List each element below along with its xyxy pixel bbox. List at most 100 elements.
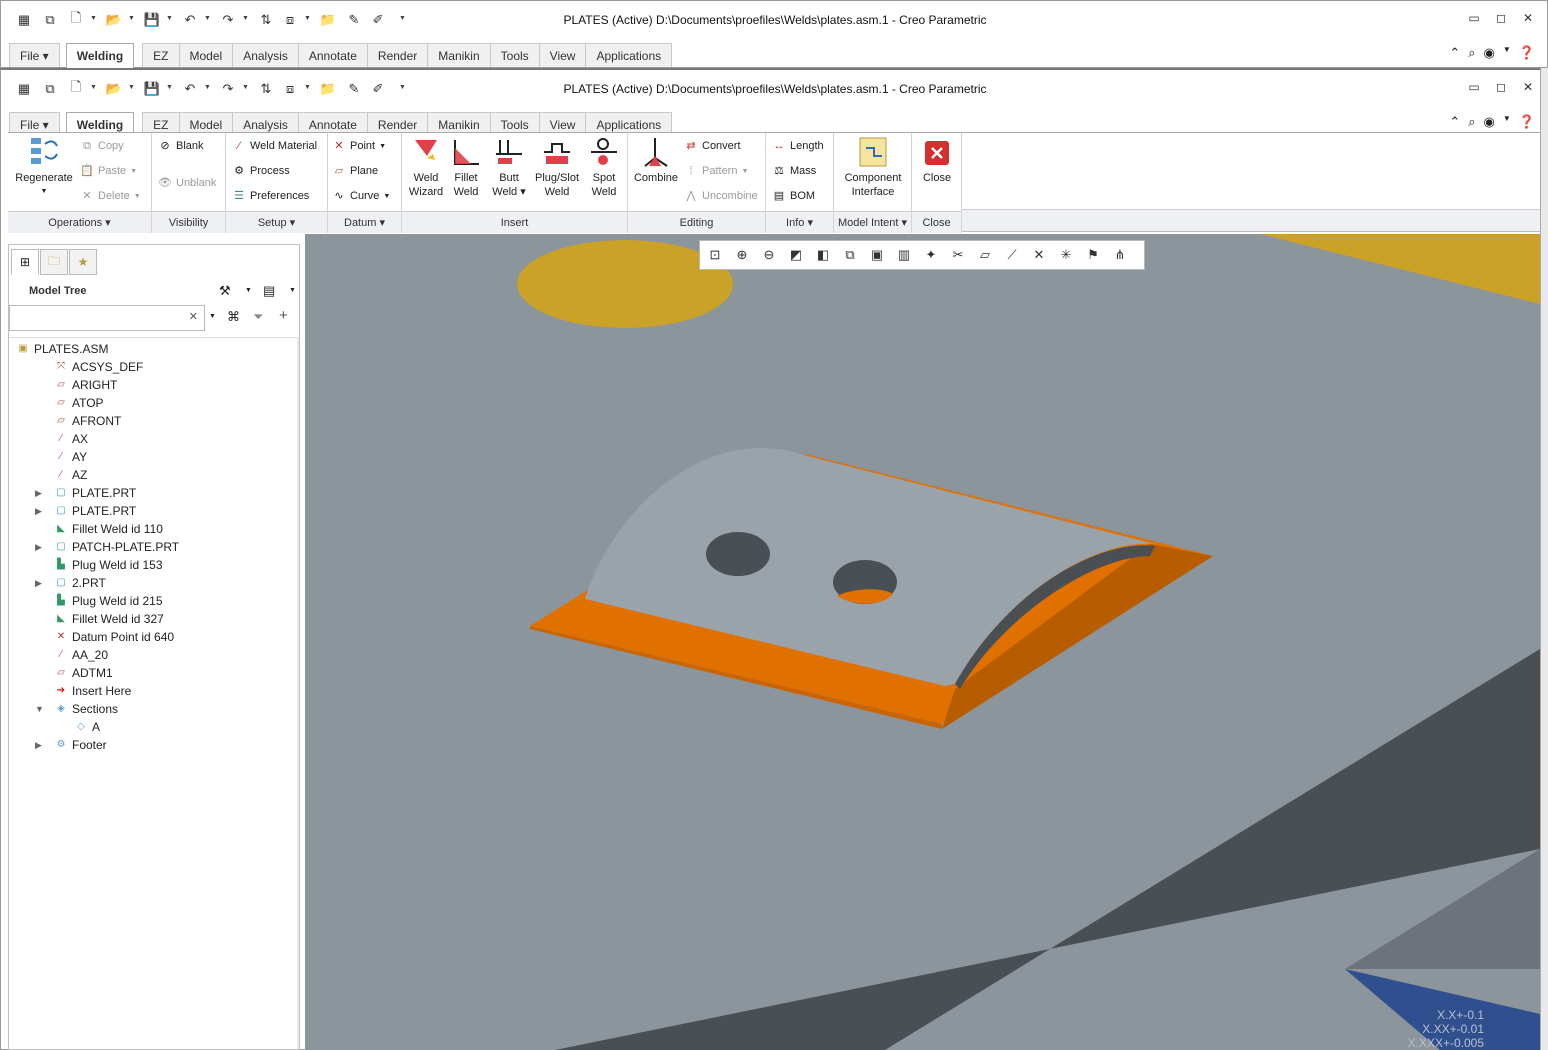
point-display-icon[interactable]: ⟋ xyxy=(1001,244,1023,266)
length-button[interactable]: ↔ Length xyxy=(772,139,824,153)
convert-button[interactable]: ⇄ Convert xyxy=(684,139,740,153)
tree-item[interactable]: ◈ Sections xyxy=(53,700,118,718)
tab-analysis[interactable]: Analysis xyxy=(232,43,299,67)
minimize-ribbon-icon[interactable]: ⌃ xyxy=(1449,114,1460,130)
tree-item[interactable]: ✕ Datum Point id 640 xyxy=(53,628,174,646)
weld-wizard-button[interactable]: Weld Wizard xyxy=(406,135,446,199)
minimize-ribbon-icon[interactable]: ⌃ xyxy=(1449,45,1460,61)
tab-applications[interactable]: Applications xyxy=(585,43,673,67)
expand-icon[interactable]: ▶ xyxy=(35,542,42,553)
spot-weld-button[interactable]: Spot Weld xyxy=(584,135,624,199)
tab-render[interactable]: Render xyxy=(366,43,429,67)
tab-model[interactable]: Model xyxy=(178,43,234,67)
tree-item[interactable]: ⚙ Footer xyxy=(53,736,107,754)
uncombine-button[interactable]: ⋀ Uncombine xyxy=(684,189,757,203)
process-button[interactable]: ⚙ Process xyxy=(232,164,290,178)
tree-item[interactable]: ⁄ AA_20 xyxy=(53,646,108,664)
folder-browser-tab[interactable]: 🗀 xyxy=(40,249,68,275)
tree-search-input[interactable]: ✕ xyxy=(9,305,205,331)
tab-view[interactable]: View xyxy=(538,43,587,67)
tree-columns-icon[interactable]: ▤ xyxy=(263,283,275,299)
clear-icon[interactable]: ✕ xyxy=(189,310,198,323)
zoom-in-icon[interactable]: ⊕ xyxy=(731,244,753,266)
tree-item[interactable]: ▢ PLATE.PRT xyxy=(53,484,136,502)
curve-button[interactable]: ∿ Curve ▼ xyxy=(332,189,390,203)
refit-icon[interactable]: ⊡ xyxy=(704,244,726,266)
panel-splitter[interactable] xyxy=(297,337,299,1049)
plane-button[interactable]: ▱ Plane xyxy=(332,164,378,178)
tree-item[interactable]: ▢ PATCH-PLATE.PRT xyxy=(53,538,179,556)
chevron-down-icon[interactable]: ▼ xyxy=(245,287,252,294)
tree-item[interactable]: ◣ Fillet Weld id 327 xyxy=(53,610,164,628)
expand-icon[interactable]: ▶ xyxy=(35,506,42,517)
model-intent-group-label[interactable]: Model Intent ▾ xyxy=(834,211,911,233)
chevron-down-icon[interactable]: ▼ xyxy=(209,313,216,320)
bom-button[interactable]: ▤ BOM xyxy=(772,189,815,203)
mass-button[interactable]: ⚖ Mass xyxy=(772,164,816,178)
expand-icon[interactable]: ▶ xyxy=(35,488,42,499)
maximize-icon[interactable]: ◻ xyxy=(1492,11,1510,25)
tree-item[interactable]: ◇ A xyxy=(73,718,100,736)
add-icon[interactable]: + xyxy=(279,307,288,324)
setup-group-label[interactable]: Setup ▾ xyxy=(226,211,327,233)
annotation-display-icon[interactable]: ✦ xyxy=(920,244,942,266)
combine-button[interactable]: Combine xyxy=(632,135,680,185)
tree-item[interactable]: ➔ Insert Here xyxy=(53,682,132,700)
minimize-icon[interactable]: ▭ xyxy=(1465,80,1483,94)
datum-group-label[interactable]: Datum ▾ xyxy=(328,211,401,233)
perspective-icon[interactable]: ▥ xyxy=(893,244,915,266)
expand-icon[interactable]: ▶ xyxy=(35,578,42,589)
filter-icon[interactable]: ⏷ xyxy=(253,309,263,325)
tree-item[interactable]: ▢ 2.PRT xyxy=(53,574,106,592)
tree-settings-icon[interactable]: ⚒ xyxy=(219,283,231,299)
axis-display-icon[interactable]: ▱ xyxy=(974,244,996,266)
tree-item[interactable]: ▱ ARIGHT xyxy=(53,376,117,394)
help-icon[interactable]: ❓ xyxy=(1519,45,1535,61)
tab-ez[interactable]: EZ xyxy=(142,43,180,67)
expand-icon[interactable]: ▶ xyxy=(35,740,42,751)
zoom-out-icon[interactable]: ⊖ xyxy=(758,244,780,266)
search-icon[interactable]: ⌕ xyxy=(1468,114,1475,130)
close-window-icon[interactable]: ✕ xyxy=(1519,11,1537,25)
view-manager-icon[interactable]: ▣ xyxy=(866,244,888,266)
preferences-button[interactable]: ☰ Preferences xyxy=(232,189,309,203)
community-icon[interactable]: ◉ xyxy=(1484,45,1495,61)
saved-orientations-icon[interactable]: ⧉ xyxy=(839,244,861,266)
model-tree-tab[interactable]: ⊞ xyxy=(11,249,39,275)
minimize-icon[interactable]: ▭ xyxy=(1465,11,1483,25)
spin-center-icon[interactable]: ✳ xyxy=(1055,244,1077,266)
sketch-display-icon[interactable]: ⋔ xyxy=(1109,244,1131,266)
graphics-viewport[interactable]: ⊡ ⊕ ⊖ ◩ ◧ ⧉ ▣ ▥ ✦ ✂ ▱ ⟋ ✕ ✳ ⚑ ⋔ X.X+-0.1… xyxy=(305,234,1540,1050)
display-style-icon[interactable]: ◧ xyxy=(812,244,834,266)
weld-material-button[interactable]: ⁄ Weld Material xyxy=(232,139,317,153)
community-icon[interactable]: ◉ xyxy=(1484,114,1495,130)
tree-item[interactable]: ⁄ AY xyxy=(53,448,87,466)
search-icon[interactable]: ⌕ xyxy=(1468,45,1475,61)
plane-display-icon[interactable]: ✂ xyxy=(947,244,969,266)
close-button[interactable]: Close xyxy=(917,135,957,185)
binoculars-icon[interactable]: ⌘ xyxy=(227,309,240,325)
unblank-button[interactable]: 👁 Unblank xyxy=(158,176,216,190)
tree-item[interactable]: ▱ AFRONT xyxy=(53,412,121,430)
tree-item[interactable]: ▙ Plug Weld id 215 xyxy=(53,592,162,610)
collapse-icon[interactable]: ▼ xyxy=(35,704,44,714)
chevron-down-icon[interactable]: ▼ xyxy=(289,287,296,294)
component-interface-button[interactable]: Component Interface xyxy=(836,135,910,199)
delete-button[interactable]: ✕ Delete ▼ xyxy=(80,189,140,203)
tree-item[interactable]: ⁄ AZ xyxy=(53,466,87,484)
close-window-icon[interactable]: ✕ xyxy=(1519,80,1537,94)
tab-manikin[interactable]: Manikin xyxy=(427,43,491,67)
annotation-filter-icon[interactable]: ⚑ xyxy=(1082,244,1104,266)
chevron-down-icon[interactable]: ▼ xyxy=(1503,45,1511,61)
tree-item[interactable]: ▢ PLATE.PRT xyxy=(53,502,136,520)
copy-button[interactable]: ⧉ Copy xyxy=(80,139,124,153)
plug-slot-weld-button[interactable]: Plug/Slot Weld xyxy=(532,135,582,199)
tree-item[interactable]: ◣ Fillet Weld id 110 xyxy=(53,520,163,538)
tab-tools[interactable]: Tools xyxy=(489,43,540,67)
tab-welding[interactable]: Welding xyxy=(65,43,135,69)
tree-item[interactable]: ▙ Plug Weld id 153 xyxy=(53,556,162,574)
info-group-label[interactable]: Info ▾ xyxy=(766,211,833,233)
operations-group-label[interactable]: Operations ▾ xyxy=(8,211,151,233)
tree-item[interactable]: ⁄ AX xyxy=(53,430,88,448)
tree-item[interactable]: ▱ ADTM1 xyxy=(53,664,113,682)
